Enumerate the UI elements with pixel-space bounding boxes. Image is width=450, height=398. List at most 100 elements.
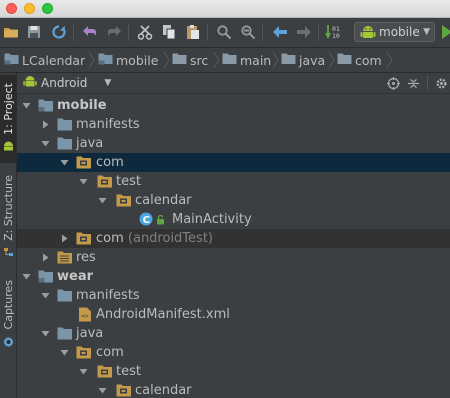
chevron-down-icon[interactable] <box>22 101 31 110</box>
folder-icon <box>172 52 187 68</box>
breadcrumb-label: java <box>299 52 326 68</box>
tree-item-package[interactable]: test <box>17 362 450 381</box>
chevron-down-icon[interactable] <box>79 177 88 186</box>
svg-text:<>: <> <box>81 312 89 320</box>
tree-item-label: com <box>96 155 124 170</box>
scroll-from-source-icon[interactable] <box>385 75 401 91</box>
tree-item-label: manifests <box>76 288 140 303</box>
tree-item-label: test <box>116 174 141 189</box>
run-configuration-select[interactable]: mobile ▼ <box>354 22 435 42</box>
chevron-down-icon[interactable] <box>22 272 31 281</box>
folder-icon <box>337 52 352 68</box>
android-icon <box>3 136 14 155</box>
breadcrumb-separator <box>328 51 335 69</box>
module-folder-icon <box>38 99 53 112</box>
tree-item-package[interactable]: com <box>17 343 450 362</box>
tree-item-label: java <box>76 326 104 341</box>
structure-icon <box>3 242 14 261</box>
project-tool-button[interactable]: 1: Project <box>0 75 16 163</box>
breadcrumb-item-java[interactable]: java <box>281 51 325 69</box>
close-window-button[interactable] <box>6 3 17 14</box>
chevron-down-icon[interactable] <box>79 367 88 376</box>
svg-text:10: 10 <box>332 32 340 40</box>
run-configuration-label: mobile <box>379 25 420 39</box>
tool-window-strip: 1: Project Z: Structure Captures <box>0 73 17 398</box>
class-icon: C <box>139 212 153 226</box>
gear-icon[interactable] <box>433 75 449 91</box>
replace-icon[interactable] <box>238 22 258 42</box>
save-icon[interactable] <box>24 22 44 42</box>
tree-item-package[interactable]: calendar <box>17 381 450 398</box>
redo-icon[interactable] <box>104 22 124 42</box>
tree-item-package[interactable]: com (androidTest) <box>17 229 450 248</box>
tree-item-folder[interactable]: res <box>17 248 450 267</box>
breadcrumb-item-main[interactable]: main <box>222 51 271 69</box>
captures-tool-label: Captures <box>1 280 15 330</box>
breadcrumb-item-module[interactable]: mobile <box>98 51 158 69</box>
tree-item-package[interactable]: test <box>17 172 450 191</box>
package-icon <box>76 156 91 169</box>
breadcrumb-item-src[interactable]: src <box>172 51 208 69</box>
open-folder-icon[interactable] <box>1 22 21 42</box>
tree-item-folder[interactable]: manifests <box>17 286 450 305</box>
tree-item-label: java <box>76 136 104 151</box>
breadcrumb-item-project[interactable]: LCalendar <box>4 51 85 69</box>
find-icon[interactable] <box>214 22 234 42</box>
tree-item-label: calendar <box>135 193 192 208</box>
ide-window: 01 10 mobile ▼ LCalendar mobile src main… <box>0 0 450 398</box>
breadcrumb-label: main <box>240 52 272 68</box>
tree-item-folder[interactable]: java <box>17 324 450 343</box>
project-view-select[interactable]: Android ▼ <box>23 75 111 91</box>
forward-icon[interactable] <box>294 22 314 42</box>
folder-icon <box>57 118 72 131</box>
collapse-all-icon[interactable] <box>405 75 421 91</box>
chevron-down-icon[interactable] <box>60 348 69 357</box>
chevron-down-icon[interactable] <box>60 158 69 167</box>
tree-item-file[interactable]: <> AndroidManifest.xml <box>17 305 450 324</box>
chevron-down-icon[interactable] <box>41 291 50 300</box>
chevron-right-icon[interactable] <box>41 120 50 129</box>
android-icon <box>23 75 37 91</box>
tree-item-label: calendar <box>135 383 192 398</box>
chevron-down-icon[interactable] <box>41 329 50 338</box>
tree-item-module[interactable]: mobile <box>17 96 450 115</box>
tree-item-folder[interactable]: java <box>17 134 450 153</box>
captures-tool-button[interactable]: Captures <box>0 278 16 353</box>
chevron-down-icon[interactable] <box>41 139 50 148</box>
breadcrumb-label: src <box>190 52 209 68</box>
tree-item-class[interactable]: C MainActivity <box>17 210 450 229</box>
cut-icon[interactable] <box>135 22 155 42</box>
breadcrumb-label: LCalendar <box>22 52 86 68</box>
make-project-icon[interactable]: 01 10 <box>325 22 345 42</box>
module-folder-icon <box>98 52 113 68</box>
structure-tool-label: Z: Structure <box>1 174 15 241</box>
sync-icon[interactable] <box>49 22 69 42</box>
chevron-down-icon: ▼ <box>104 78 112 88</box>
chevron-right-icon[interactable] <box>60 234 69 243</box>
tree-item-folder[interactable]: manifests <box>17 115 450 134</box>
chevron-down-icon[interactable] <box>98 386 107 395</box>
back-icon[interactable] <box>270 22 290 42</box>
run-icon[interactable] <box>440 22 450 42</box>
tree-item-label: manifests <box>76 117 140 132</box>
tree-item-label: mobile <box>57 98 107 113</box>
zoom-window-button[interactable] <box>42 3 53 14</box>
tree-item-label: com (androidTest) <box>96 231 213 246</box>
tree-item-module[interactable]: wear <box>17 267 450 286</box>
tree-item-package[interactable]: calendar <box>17 191 450 210</box>
package-icon <box>97 175 112 188</box>
main-toolbar: 01 10 mobile ▼ <box>0 18 450 48</box>
folder-icon <box>222 52 237 68</box>
undo-icon[interactable] <box>80 22 100 42</box>
chevron-down-icon[interactable] <box>98 196 107 205</box>
package-icon <box>76 346 91 359</box>
paste-icon[interactable] <box>183 22 203 42</box>
module-folder-icon <box>4 52 19 68</box>
project-tool-label: 1: Project <box>1 82 15 135</box>
chevron-right-icon[interactable] <box>41 253 50 262</box>
breadcrumb-item-com[interactable]: com <box>337 51 382 69</box>
tree-item-package[interactable]: com <box>17 153 450 172</box>
minimize-window-button[interactable] <box>24 3 35 14</box>
structure-tool-button[interactable]: Z: Structure <box>0 173 16 263</box>
copy-icon[interactable] <box>159 22 179 42</box>
